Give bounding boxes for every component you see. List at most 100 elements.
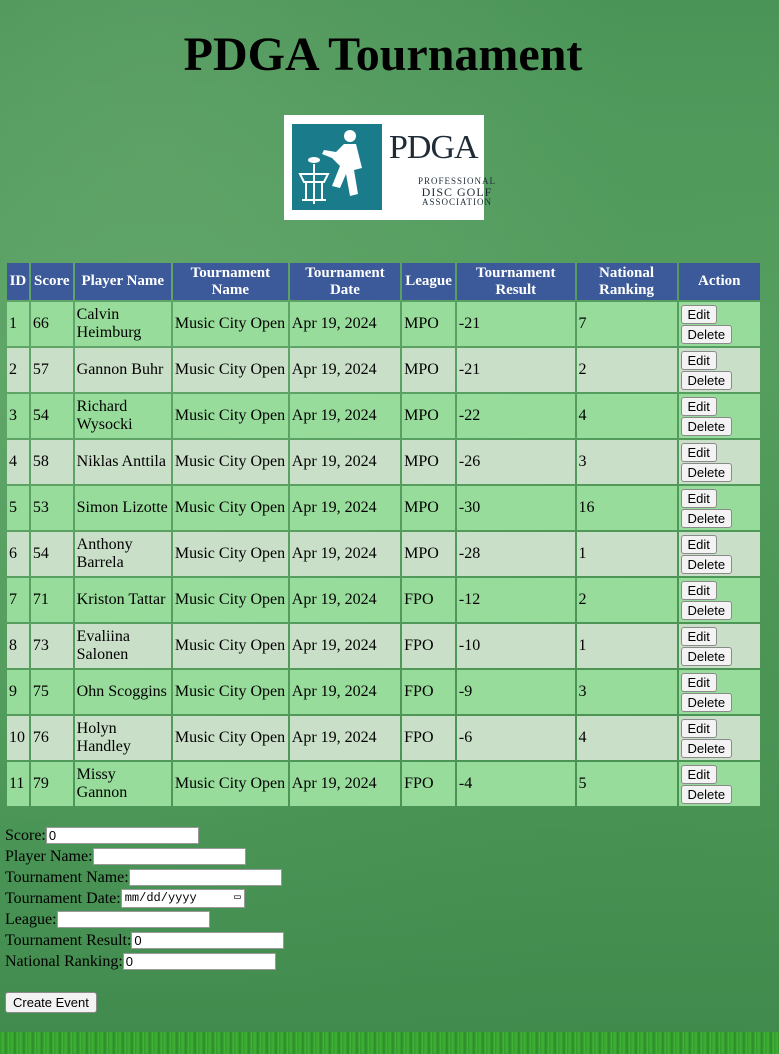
cell-date: Apr 19, 2024: [289, 762, 401, 806]
cell-ranking: 16: [576, 486, 677, 530]
edit-button[interactable]: Edit: [680, 304, 717, 324]
tournament-result-input[interactable]: [131, 932, 285, 949]
table-row: 2 57 Gannon Buhr Music City Open Apr 19, 202…: [7, 348, 760, 392]
cell-player: Calvin Heimburg: [74, 302, 171, 346]
cell-date: Apr 19, 2024: [289, 670, 401, 714]
score-input[interactable]: [45, 827, 199, 844]
delete-button[interactable]: Delete: [680, 738, 733, 758]
cell-id: 3: [7, 394, 29, 438]
delete-button[interactable]: Delete: [680, 370, 733, 390]
cell-league: MPO: [402, 348, 455, 392]
cell-league: MPO: [402, 486, 455, 530]
table-row: 9 75 Ohn Scoggins Music City Open Apr 19, 20…: [7, 670, 760, 714]
delete-button[interactable]: Delete: [680, 784, 733, 804]
cell-ranking: 5: [576, 762, 677, 806]
league-input[interactable]: [56, 911, 210, 928]
cell-player: Niklas Anttila: [74, 440, 171, 484]
cell-ranking: 3: [576, 440, 677, 484]
league-row: League:: [5, 909, 284, 930]
cell-tournament: Music City Open: [172, 394, 288, 438]
cell-score: 66: [30, 302, 73, 346]
cell-action: Edit Delete: [678, 716, 760, 760]
cell-player: Simon Lizotte: [74, 486, 171, 530]
cell-id: 4: [7, 440, 29, 484]
table-row: 8 73 Evaliina Salonen Music City Open Apr 19…: [7, 624, 760, 668]
logo-wordmark: PDGA: [389, 129, 479, 166]
cell-action: Edit Delete: [678, 578, 760, 622]
cell-date: Apr 19, 2024: [289, 440, 401, 484]
edit-button[interactable]: Edit: [680, 718, 717, 738]
header-player-name: Player Name: [74, 263, 171, 300]
cell-ranking: 1: [576, 532, 677, 576]
cell-league: MPO: [402, 532, 455, 576]
delete-button[interactable]: Delete: [680, 462, 733, 482]
cell-tournament: Music City Open: [172, 670, 288, 714]
player-name-row: Player Name:: [5, 846, 284, 867]
delete-button[interactable]: Delete: [680, 554, 733, 574]
cell-tournament: Music City Open: [172, 532, 288, 576]
cell-tournament: Music City Open: [172, 348, 288, 392]
table-row: 1 66 Calvin Heimburg Music City Open Apr 19,…: [7, 302, 760, 346]
cell-player: Anthony Barrela: [74, 532, 171, 576]
edit-button[interactable]: Edit: [680, 580, 717, 600]
cell-action: Edit Delete: [678, 302, 760, 346]
delete-button[interactable]: Delete: [680, 692, 733, 712]
edit-button[interactable]: Edit: [680, 350, 717, 370]
cell-action: Edit Delete: [678, 670, 760, 714]
tournament-date-input[interactable]: mm/dd/yyyy ▭: [120, 888, 245, 909]
cell-tournament: Music City Open: [172, 716, 288, 760]
edit-button[interactable]: Edit: [680, 764, 717, 784]
edit-button[interactable]: Edit: [680, 672, 717, 692]
header-league: League: [402, 263, 455, 300]
cell-result: -4: [456, 762, 575, 806]
table-row: 4 58 Niklas Anttila Music City Open Apr 19, …: [7, 440, 760, 484]
cell-result: -9: [456, 670, 575, 714]
cell-player: Missy Gannon: [74, 762, 171, 806]
calendar-icon[interactable]: ▭: [234, 888, 241, 909]
tournament-name-row: Tournament Name:: [5, 867, 284, 888]
cell-id: 7: [7, 578, 29, 622]
header-tournament-result: Tournament Result: [456, 263, 575, 300]
delete-button[interactable]: Delete: [680, 508, 733, 528]
create-event-form: Score: Player Name: Tournament Name: Tou…: [5, 825, 285, 972]
tournament-name-input[interactable]: [128, 869, 282, 886]
national-ranking-row: National Ranking:: [5, 951, 284, 972]
edit-button[interactable]: Edit: [680, 488, 717, 508]
cell-date: Apr 19, 2024: [289, 348, 401, 392]
delete-button[interactable]: Delete: [680, 600, 733, 620]
cell-ranking: 4: [576, 394, 677, 438]
edit-button[interactable]: Edit: [680, 442, 717, 462]
cell-result: -12: [456, 578, 575, 622]
cell-tournament: Music City Open: [172, 578, 288, 622]
tournament-result-label: Tournament Result:: [5, 932, 132, 949]
cell-id: 6: [7, 532, 29, 576]
table-header-row: ID Score Player Name Tournament Name Tou…: [7, 263, 760, 300]
cell-result: -21: [456, 302, 575, 346]
delete-button[interactable]: Delete: [680, 324, 733, 344]
edit-button[interactable]: Edit: [680, 534, 717, 554]
cell-tournament: Music City Open: [172, 624, 288, 668]
create-event-button[interactable]: Create Event: [5, 992, 97, 1013]
cell-score: 71: [30, 578, 73, 622]
cell-action: Edit Delete: [678, 486, 760, 530]
cell-result: -30: [456, 486, 575, 530]
cell-league: FPO: [402, 624, 455, 668]
table-row: 7 71 Kriston Tattar Music City Open Apr 19, …: [7, 578, 760, 622]
pdga-logo: PDGA PROFESSIONAL DISC GOLF ASSOCIATION: [284, 115, 495, 220]
edit-button[interactable]: Edit: [680, 626, 717, 646]
delete-button[interactable]: Delete: [680, 416, 733, 436]
header-national-ranking: National Ranking: [576, 263, 677, 300]
cell-date: Apr 19, 2024: [289, 486, 401, 530]
header-id: ID: [7, 263, 29, 300]
cell-ranking: 2: [576, 578, 677, 622]
cell-score: 57: [30, 348, 73, 392]
tournament-date-label: Tournament Date:: [5, 890, 121, 907]
delete-button[interactable]: Delete: [680, 646, 733, 666]
logo-subtitle: PROFESSIONAL DISC GOLF ASSOCIATION: [418, 176, 497, 207]
national-ranking-input[interactable]: [122, 953, 276, 970]
cell-tournament: Music City Open: [172, 486, 288, 530]
score-row: Score:: [5, 825, 284, 846]
edit-button[interactable]: Edit: [680, 396, 717, 416]
player-name-input[interactable]: [92, 848, 246, 865]
background-grass: [0, 1032, 779, 1054]
